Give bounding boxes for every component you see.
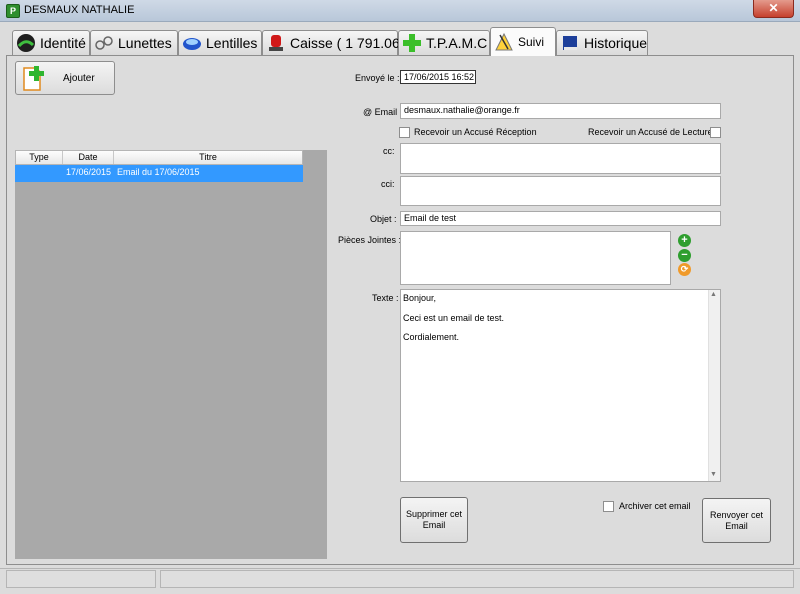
cc-label: cc: [383, 146, 395, 156]
tab-lentilles[interactable]: Lentilles [178, 30, 262, 55]
status-cell [160, 570, 794, 588]
delete-email-label-line2: Email [422, 520, 446, 530]
column-header-type[interactable]: Type [16, 151, 63, 164]
glasses-icon [94, 33, 114, 53]
tab-identite[interactable]: Identité [12, 30, 90, 55]
add-attachment-icon[interactable]: + [678, 234, 691, 247]
sent-label: Envoyé le : [355, 73, 400, 83]
remove-attachment-icon[interactable]: − [678, 249, 691, 262]
scroll-up-icon[interactable]: ▲ [710, 291, 717, 298]
archive-checkbox[interactable] [603, 501, 614, 512]
message-line: Ceci est un email de test. [403, 313, 505, 323]
tab-tpamc[interactable]: T.P.A.M.C [398, 30, 490, 55]
email-field[interactable]: desmaux.nathalie@orange.fr [400, 103, 721, 119]
attachments-list[interactable] [400, 231, 671, 285]
tab-label: Historique [584, 35, 648, 51]
scroll-down-icon[interactable]: ▼ [710, 471, 717, 478]
add-button-label: Ajouter [63, 73, 95, 84]
status-cell [6, 570, 156, 588]
lens-icon [182, 33, 202, 53]
read-receipt-checkbox[interactable] [710, 127, 721, 138]
delete-email-button[interactable]: Supprimer cet Email [400, 497, 468, 543]
message-line: Cordialement. [403, 332, 460, 342]
tab-label: T.P.A.M.C [426, 35, 488, 51]
resend-email-label-line2: Email [725, 520, 748, 531]
window-title: DESMAUX NATHALIE [24, 4, 135, 16]
add-document-icon [22, 64, 48, 92]
close-button[interactable]: ✕ [753, 0, 794, 18]
followup-icon [494, 32, 514, 52]
text-label: Texte : [372, 293, 399, 303]
tab-historique[interactable]: Historique [556, 30, 648, 55]
cell-title: Email du 17/06/2015 [117, 167, 200, 177]
app-icon: P [6, 4, 20, 18]
column-header-titre[interactable]: Titre [114, 151, 302, 164]
archive-label: Archiver cet email [619, 501, 691, 511]
identity-icon [16, 33, 36, 53]
cell-date: 17/06/2015 [66, 167, 112, 177]
email-label: @ Email : [363, 107, 403, 117]
cash-register-icon [266, 33, 286, 53]
column-header-date[interactable]: Date [63, 151, 114, 164]
tab-lunettes[interactable]: Lunettes [90, 30, 178, 55]
tab-label: Lunettes [118, 35, 172, 51]
delete-email-label: Supprimer cet Email [406, 509, 462, 531]
cci-field[interactable] [400, 176, 721, 206]
refresh-attachment-icon[interactable]: ⟳ [678, 263, 691, 276]
tab-caisse[interactable]: Caisse ( 1 791.06) [262, 30, 404, 55]
book-icon [560, 33, 580, 53]
tab-suivi[interactable]: Suivi [490, 27, 556, 56]
resend-email-button[interactable]: Renvoyer cet Email [702, 498, 771, 543]
resend-email-label-line1: Renvoyer cet [709, 509, 764, 520]
textarea-scrollbar[interactable] [708, 290, 720, 481]
message-line: Bonjour, [403, 293, 437, 303]
receipt-label: Recevoir un Accusé Réception [414, 127, 537, 137]
attachments-label: Pièces Jointes : [338, 235, 402, 245]
sent-date-field: 17/06/2015 16:52 [400, 70, 476, 84]
tab-label: Caisse ( 1 791.06) [290, 35, 405, 51]
delete-email-label-line1: Supprimer cet [405, 509, 463, 519]
cci-label: cci: [381, 179, 395, 189]
green-cross-icon [402, 33, 422, 53]
resend-email-label: Renvoyer cet Email [710, 510, 763, 532]
read-receipt-label: Recevoir un Accusé de Lecture [588, 127, 713, 137]
subject-field[interactable]: Email de test [400, 211, 721, 226]
tab-label: Suivi [518, 35, 545, 49]
subject-label: Objet : [370, 214, 397, 224]
cc-field[interactable] [400, 143, 721, 174]
receipt-checkbox[interactable] [399, 127, 410, 138]
tab-label: Lentilles [206, 35, 258, 51]
email-list[interactable] [15, 150, 327, 559]
tab-label: Identité [40, 35, 86, 51]
